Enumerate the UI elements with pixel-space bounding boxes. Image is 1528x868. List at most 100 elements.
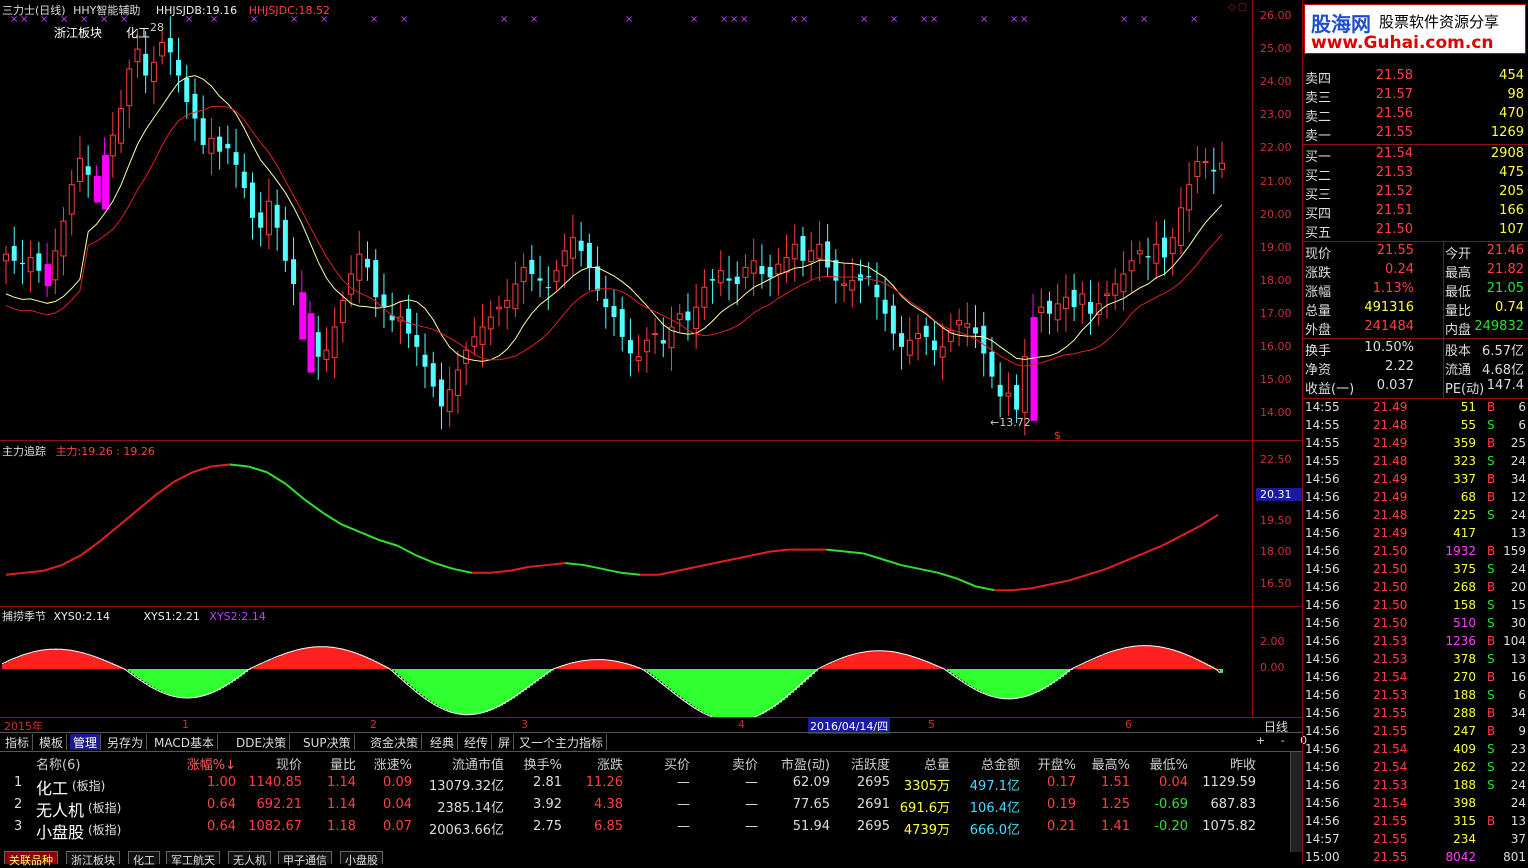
toolbar-item-9[interactable]: 经传 <box>461 734 492 750</box>
tick-row[interactable]: 14:5521.4951B6 <box>1303 399 1528 417</box>
tick-count: 13 <box>1511 526 1526 540</box>
cell-idx: 1 <box>14 775 28 790</box>
tick-row[interactable]: 14:5521.48323S24 <box>1303 453 1528 471</box>
col-header-16[interactable]: 最低% <box>1138 754 1188 773</box>
table-row[interactable]: 2无人机(板指)0.64692.211.140.042385.14亿3.924.… <box>0 797 1290 817</box>
tick-row[interactable]: 14:5621.54270B16 <box>1303 669 1528 687</box>
tick-row[interactable]: 14:5621.50158S15 <box>1303 597 1528 615</box>
col-header-1[interactable]: 涨幅%↓ <box>180 754 236 773</box>
toolbar-item-8[interactable]: 经典 <box>427 734 458 750</box>
tick-row[interactable]: 14:5621.48225S24 <box>1303 507 1528 525</box>
tick-row[interactable]: 14:5621.53188S24 <box>1303 777 1528 795</box>
col-header-12[interactable]: 总量 <box>896 754 950 773</box>
bottom-tab-5[interactable]: 甲子通信 <box>278 851 332 864</box>
toolbar-item-3[interactable]: 另存为 <box>104 734 147 750</box>
toolbar-item-6[interactable]: SUP决策 <box>300 734 355 750</box>
main-force-segment <box>248 466 267 472</box>
col-header-11[interactable]: 活跃度 <box>840 754 890 773</box>
bottom-tab-4[interactable]: 无人机 <box>228 851 271 864</box>
tick-row[interactable]: 14:5621.4941713 <box>1303 525 1528 543</box>
col-header-6[interactable]: 换手% <box>510 754 562 773</box>
fishing-bar <box>26 654 29 669</box>
table-row[interactable]: 1化工(板指)1.001140.851.140.0913079.32亿2.811… <box>0 775 1290 795</box>
stat-value-1: 10.50% <box>1364 340 1414 355</box>
toolbar-item-10[interactable]: 屏 <box>495 734 514 750</box>
candle-body <box>562 251 567 266</box>
fishing-bar <box>989 669 992 695</box>
col-header-13[interactable]: 总金额 <box>958 754 1020 773</box>
toolbar-item-1[interactable]: 模板 <box>36 734 67 750</box>
tick-row[interactable]: 14:5521.4855S6 <box>1303 417 1528 435</box>
fishing-bar <box>77 651 80 669</box>
col-header-10[interactable]: 市盈(动) <box>770 754 830 773</box>
toolbar-item-2[interactable]: 管理 <box>70 734 101 750</box>
axis-buttons[interactable]: ◇▢ <box>1228 2 1249 13</box>
tick-row[interactable]: 14:5721.5523437 <box>1303 831 1528 849</box>
tick-row[interactable]: 14:5621.54262S22 <box>1303 759 1528 777</box>
candle-body <box>907 340 912 355</box>
table-scrollbar[interactable] <box>1290 752 1302 852</box>
bottom-tab-1[interactable]: 浙江板块 <box>66 851 120 864</box>
tick-row[interactable]: 14:5621.54409S23 <box>1303 741 1528 759</box>
candle-body <box>36 253 41 270</box>
col-header-7[interactable]: 涨跌 <box>566 754 623 773</box>
tick-direction: B <box>1487 724 1495 738</box>
col-header-3[interactable]: 量比 <box>310 754 356 773</box>
fishing-bar <box>983 669 986 693</box>
main-force-segment <box>901 565 920 569</box>
candle-body <box>4 254 9 261</box>
col-header-17[interactable]: 昨收 <box>1196 754 1256 773</box>
col-header-8[interactable]: 买价 <box>640 754 690 773</box>
candle-body <box>842 284 847 285</box>
stat-value-1: 21.55 <box>1377 243 1414 258</box>
price-panel[interactable]: ××××××××××××××××××××××××××××××××× 三力士(日线… <box>0 0 1252 440</box>
col-header-4[interactable]: 涨速% <box>364 754 412 773</box>
fishing-bar <box>584 661 587 669</box>
bottom-tab-3[interactable]: 军工航天 <box>166 851 220 864</box>
col-header-14[interactable]: 开盘% <box>1030 754 1076 773</box>
toolbar-item-5[interactable]: DDE决策 <box>233 734 290 750</box>
tick-row[interactable]: 14:5621.53188S6 <box>1303 687 1528 705</box>
fishing-bar <box>692 669 695 706</box>
tick-row[interactable]: 14:5521.49359B25 <box>1303 435 1528 453</box>
toolbar-item-7[interactable]: 资金决策 <box>367 734 422 750</box>
fishing-bar <box>653 669 656 677</box>
signal-marker: × <box>500 14 508 25</box>
col-header-9[interactable]: 卖价 <box>706 754 758 773</box>
main-force-panel[interactable]: 主力追踪 主力:19.26 : 19.26 <box>0 441 1252 606</box>
toolbar-item-4[interactable]: MACD基本 <box>151 734 218 750</box>
tick-row[interactable]: 14:5621.5439824 <box>1303 795 1528 813</box>
tick-row[interactable]: 14:5621.531236B104 <box>1303 633 1528 651</box>
col-header-15[interactable]: 最高% <box>1084 754 1130 773</box>
tick-row[interactable]: 14:5621.55315B13 <box>1303 813 1528 831</box>
tick-row[interactable]: 14:5621.55288B34 <box>1303 705 1528 723</box>
table-row[interactable]: 3小盘股(板指)0.641082.671.180.0720063.66亿2.75… <box>0 819 1290 839</box>
candlestick-chart[interactable]: ××××××××××××××××××××××××××××××××× <box>0 0 1252 440</box>
col-header-5[interactable]: 流通市值 <box>420 754 504 773</box>
tick-row[interactable]: 15:0021.558042801 <box>1303 849 1528 867</box>
tick-time: 14:56 <box>1305 724 1340 738</box>
toolbar-item-0[interactable]: 指标 <box>2 734 33 750</box>
col-header-0[interactable]: 名称(6) <box>36 754 96 773</box>
tick-row[interactable]: 14:5621.501932B159 <box>1303 543 1528 561</box>
tick-row[interactable]: 14:5621.50510S30 <box>1303 615 1528 633</box>
bottom-tab-0[interactable]: 关联品种 <box>4 851 58 864</box>
tick-row[interactable]: 14:5621.4968B12 <box>1303 489 1528 507</box>
toolbar-item-11[interactable]: 又一个主力指标 <box>516 734 607 750</box>
tick-row[interactable]: 14:5621.50375S24 <box>1303 561 1528 579</box>
candle-body <box>1137 251 1142 254</box>
fishing-bar <box>671 669 674 691</box>
fishing-season-panel[interactable]: 捕捞季节 XYS0:2.14 XYS1:2.21 XYS2:2.14 <box>0 607 1252 717</box>
cell-bid: — <box>640 775 690 790</box>
bottom-tab-2[interactable]: 化工 <box>128 851 160 864</box>
bottom-tab-6[interactable]: 小盘股 <box>340 851 383 864</box>
date-axis[interactable]: 2015年 1 2 3 4 2016/04/14/四 5 6 <box>0 718 1252 732</box>
col-header-2[interactable]: 现价 <box>240 754 302 773</box>
fishing-bar <box>131 669 134 674</box>
tick-row[interactable]: 14:5621.49337B34 <box>1303 471 1528 489</box>
main-force-line-chart[interactable] <box>0 441 1252 606</box>
main-force-segment <box>1013 588 1032 590</box>
tick-row[interactable]: 14:5621.50268B20 <box>1303 579 1528 597</box>
tick-row[interactable]: 14:5621.55247B9 <box>1303 723 1528 741</box>
tick-row[interactable]: 14:5621.53378S13 <box>1303 651 1528 669</box>
